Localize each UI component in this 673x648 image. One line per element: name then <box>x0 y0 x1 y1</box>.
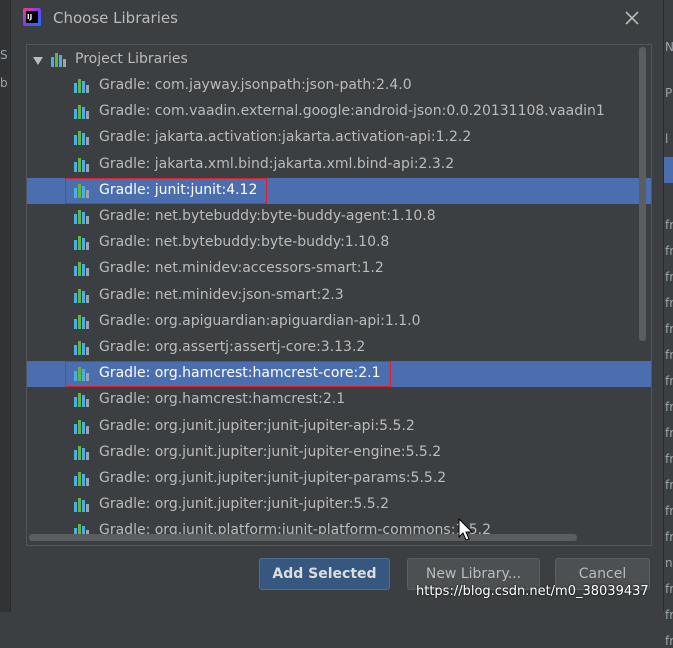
library-item-label: Gradle: com.vaadin.external.google:andro… <box>99 103 605 120</box>
library-item-label: Gradle: net.bytebuddy:byte-buddy-agent:1… <box>99 208 436 224</box>
library-item-label: Gradle: net.minidev:accessors-smart:1.2 <box>99 260 384 277</box>
highlight-box <box>65 361 391 388</box>
library-icon <box>74 341 90 355</box>
background-fragment: fr <box>665 348 673 362</box>
library-item[interactable]: Gradle: org.hamcrest:hamcrest:2.1 <box>27 387 651 413</box>
background-fragment: l <box>665 132 669 146</box>
close-icon[interactable] <box>622 8 642 28</box>
library-item[interactable]: Gradle: com.vaadin.external.google:andro… <box>27 99 651 125</box>
background-fragment: b <box>0 76 8 90</box>
library-item[interactable]: Gradle: org.hamcrest:hamcrest-core:2.1 <box>27 361 651 388</box>
background-fragment: fr <box>665 504 673 518</box>
library-item[interactable]: Gradle: jakarta.activation:jakarta.activ… <box>27 125 651 151</box>
dialog-titlebar: IJ Choose Libraries <box>11 0 663 36</box>
library-item[interactable]: Gradle: junit:junit:4.12 <box>27 177 651 204</box>
library-item-label: Gradle: org.junit.jupiter:junit-jupiter-… <box>99 470 447 486</box>
library-icon <box>74 498 90 513</box>
background-fragment: no <box>665 556 673 570</box>
library-icon <box>74 288 90 303</box>
library-icon <box>74 262 90 277</box>
watermark-url: https://blog.csdn.net/m0_38039437 <box>416 584 649 599</box>
library-item-label: Gradle: jakarta.xml.bind:jakarta.xml.bin… <box>99 155 455 172</box>
library-item-label: Gradle: org.assertj:assertj-core:3.13.2 <box>99 339 366 355</box>
library-item-label: Gradle: org.hamcrest:hamcrest:2.1 <box>99 391 346 408</box>
background-fragment: fr <box>665 452 673 466</box>
background-fragment: fr <box>665 322 673 336</box>
background-fragment: fr <box>665 608 673 622</box>
library-item[interactable]: Gradle: org.junit.jupiter:junit-jupiter-… <box>27 466 651 492</box>
background-fragment: fr <box>665 270 673 284</box>
library-item[interactable]: Gradle: org.junit.jupiter:junit-jupiter-… <box>27 440 651 466</box>
library-item[interactable]: Gradle: net.minidev:json-smart:2.3 <box>27 283 651 309</box>
library-item-label: Gradle: net.minidev:json-smart:2.3 <box>99 286 344 303</box>
background-fragment: fr <box>665 426 673 440</box>
library-item[interactable]: Gradle: net.minidev:accessors-smart:1.2 <box>27 256 651 282</box>
library-icon <box>74 314 90 329</box>
library-icon <box>74 445 90 460</box>
library-icon <box>74 131 90 146</box>
libraries-tree[interactable]: Project Libraries Gradle: com.jayway.jso… <box>26 44 652 546</box>
background-fragment: fr <box>665 400 673 414</box>
background-fragment: S <box>0 48 8 62</box>
library-item-label: Gradle: org.junit.jupiter:junit-jupiter-… <box>99 417 415 434</box>
tree-root-label: Project Libraries <box>75 51 188 67</box>
add-selected-button[interactable]: Add Selected <box>259 558 390 590</box>
intellij-idea-logo-icon: IJ <box>23 8 41 26</box>
library-item-label: Gradle: org.junit.jupiter:junit-jupiter-… <box>99 443 442 460</box>
library-item-label: Gradle: org.junit.jupiter:junit-jupiter:… <box>99 496 390 513</box>
background-fragment: fr <box>665 530 673 544</box>
highlight-box <box>65 177 267 204</box>
library-icon <box>74 236 90 251</box>
library-icon <box>51 53 67 67</box>
library-item[interactable]: Gradle: net.bytebuddy:byte-buddy-agent:1… <box>27 204 651 230</box>
library-item[interactable]: Gradle: org.apiguardian:apiguardian-api:… <box>27 309 651 335</box>
library-icon <box>74 210 90 224</box>
background-fragment: P <box>665 86 673 100</box>
tree-root-project-libraries[interactable]: Project Libraries <box>27 47 651 73</box>
background-fragment: fr <box>665 218 673 232</box>
horizontal-scrollbar[interactable] <box>29 534 577 541</box>
vertical-scrollbar[interactable] <box>639 47 646 341</box>
library-icon <box>74 419 90 434</box>
background-fragment: fr <box>665 374 673 388</box>
library-icon <box>74 79 90 93</box>
library-item[interactable]: Gradle: org.assertj:assertj-core:3.13.2 <box>27 335 651 361</box>
background-fragment: fr <box>665 634 673 648</box>
dialog-title: Choose Libraries <box>53 9 178 27</box>
library-icon <box>74 157 90 172</box>
library-item[interactable]: Gradle: com.jayway.jsonpath:json-path:2.… <box>27 73 651 99</box>
background-fragment: fr <box>665 478 673 492</box>
library-icon <box>74 105 90 120</box>
library-item-label: Gradle: jakarta.activation:jakarta.activ… <box>99 129 472 146</box>
library-item[interactable]: Gradle: org.junit.jupiter:junit-jupiter:… <box>27 492 651 518</box>
library-icon <box>74 393 90 408</box>
library-icon <box>74 472 90 486</box>
background-ide-left <box>0 0 10 612</box>
library-item[interactable]: Gradle: org.junit.jupiter:junit-jupiter-… <box>27 414 651 440</box>
library-item-label: Gradle: com.jayway.jsonpath:json-path:2.… <box>99 77 412 93</box>
library-item-label: Gradle: org.apiguardian:apiguardian-api:… <box>99 312 421 329</box>
background-fragment: N <box>665 40 673 54</box>
chevron-down-icon[interactable] <box>33 57 43 65</box>
mouse-cursor-icon <box>458 517 474 546</box>
library-item[interactable]: Gradle: net.bytebuddy:byte-buddy:1.10.8 <box>27 230 651 256</box>
choose-libraries-dialog: IJ Choose Libraries Project Libraries Gr… <box>10 0 664 612</box>
background-fragment: fr <box>665 244 673 258</box>
background-fragment: fr <box>665 582 673 596</box>
library-item[interactable]: Gradle: jakarta.xml.bind:jakarta.xml.bin… <box>27 152 651 178</box>
background-fragment: fr <box>665 296 673 310</box>
library-item-label: Gradle: net.bytebuddy:byte-buddy:1.10.8 <box>99 234 390 251</box>
